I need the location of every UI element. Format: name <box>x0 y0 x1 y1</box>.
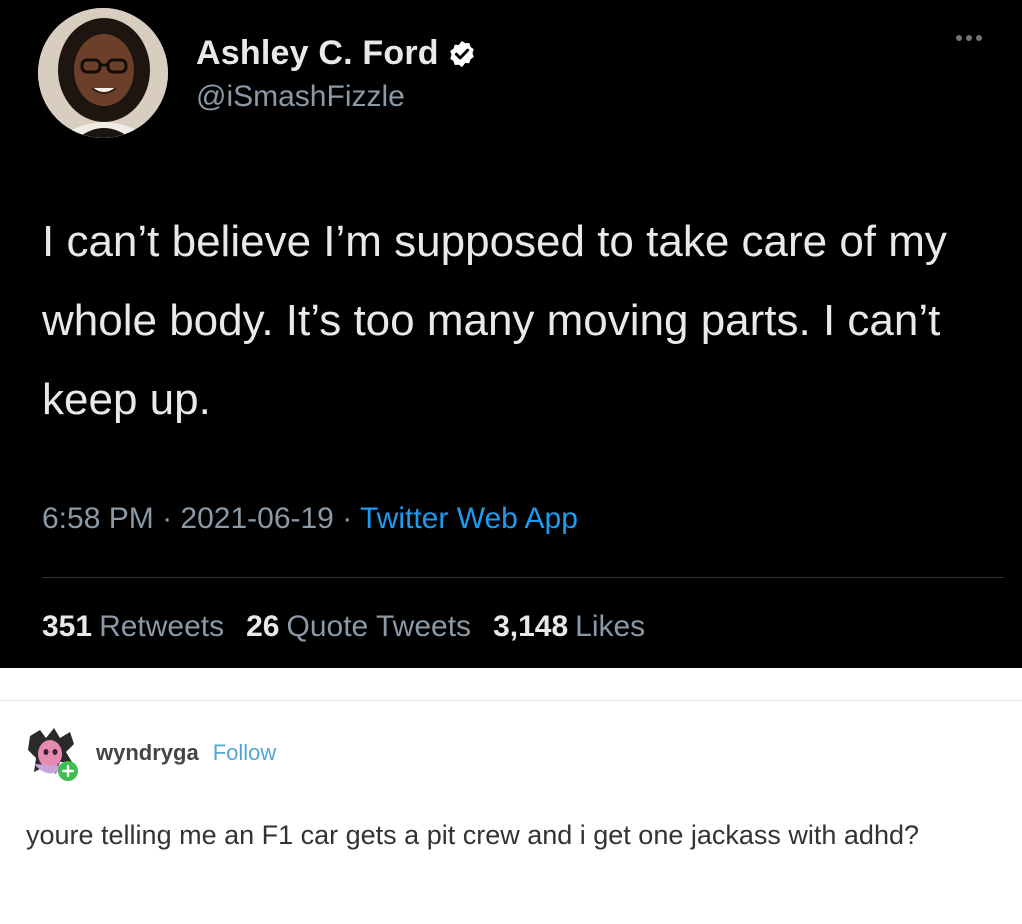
likes-label: Likes <box>575 610 646 643</box>
reply-avatar-image <box>26 728 80 782</box>
retweets-stat[interactable]: 351 Retweets <box>42 610 224 644</box>
reply-avatar[interactable] <box>26 728 80 782</box>
quote-tweets-count: 26 <box>246 610 280 643</box>
stats-divider <box>42 577 1004 578</box>
author-avatar[interactable] <box>38 8 168 138</box>
reply-user-row: wyndryga Follow <box>96 740 276 766</box>
reply-username[interactable]: wyndryga <box>96 740 199 766</box>
more-dot <box>956 35 962 41</box>
meta-separator: · <box>342 502 361 535</box>
tweet-meta: 6:58 PM · 2021-06-19 · Twitter Web App <box>42 502 578 536</box>
more-dot <box>976 35 982 41</box>
tweet-date[interactable]: 2021-06-19 <box>180 502 333 535</box>
tweet-time[interactable]: 6:58 PM <box>42 502 154 535</box>
author-handle[interactable]: @iSmashFizzle <box>196 80 405 114</box>
likes-stat[interactable]: 3,148 Likes <box>493 610 645 644</box>
retweets-label: Retweets <box>99 610 225 643</box>
tweet-source-link[interactable]: Twitter Web App <box>360 502 578 535</box>
author-name-row: Ashley C. Ford <box>196 34 477 73</box>
more-dot <box>966 35 972 41</box>
tweet-text: I can’t believe I’m supposed to take car… <box>42 217 947 424</box>
more-options-icon[interactable] <box>956 30 986 46</box>
follow-button[interactable]: Follow <box>213 740 277 766</box>
tweet-stats: 351 Retweets 26 Quote Tweets 3,148 Likes <box>42 610 645 644</box>
verified-badge-icon <box>447 39 477 69</box>
retweets-count: 351 <box>42 610 93 643</box>
likes-count: 3,148 <box>493 610 569 643</box>
reply-text: youre telling me an F1 car gets a pit cr… <box>26 820 919 850</box>
author-avatar-image <box>38 8 168 138</box>
reply-divider <box>0 700 1022 701</box>
quote-tweets-label: Quote Tweets <box>286 610 472 643</box>
author-display-name[interactable]: Ashley C. Ford <box>196 34 439 73</box>
tweet-card: Ashley C. Ford @iSmashFizzle I can’t bel… <box>0 0 1022 668</box>
meta-separator: · <box>162 502 181 535</box>
quote-tweets-stat[interactable]: 26 Quote Tweets <box>246 610 471 644</box>
